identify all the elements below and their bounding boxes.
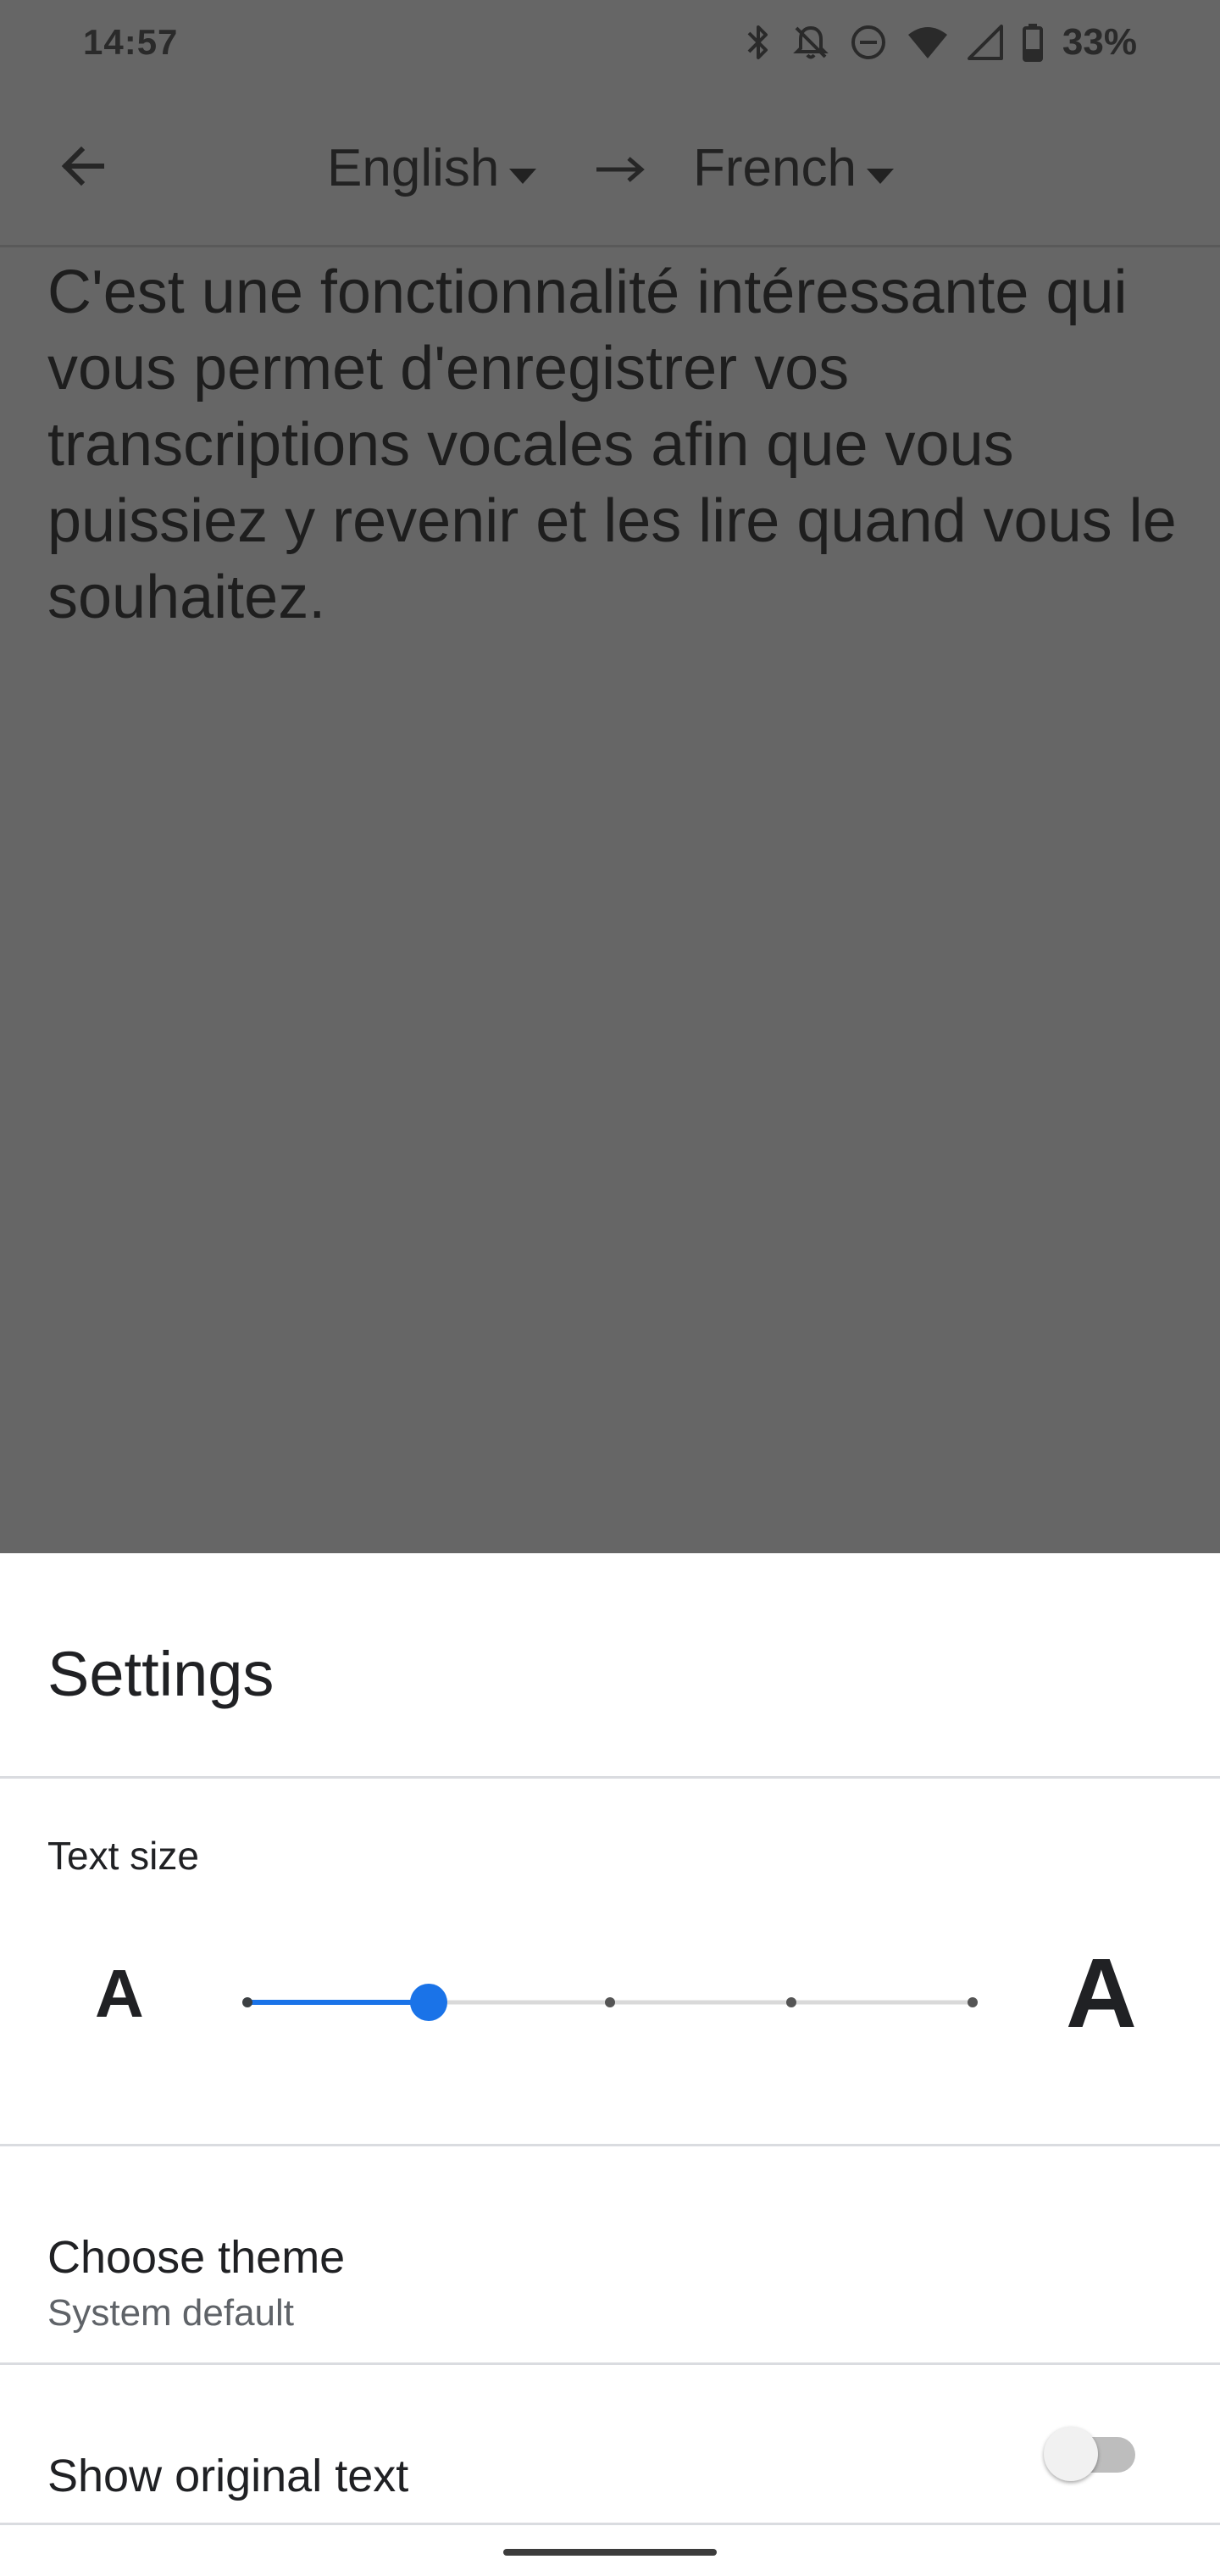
status-bar: 14:57 33% bbox=[0, 0, 1220, 85]
source-language-select[interactable]: English bbox=[327, 127, 538, 208]
translate-toolbar: English French bbox=[0, 85, 1220, 247]
sheet-title: Settings bbox=[47, 1639, 274, 1709]
divider bbox=[0, 1776, 1220, 1779]
notifications-off-icon bbox=[791, 23, 830, 62]
text-size-label: Text size bbox=[47, 1834, 199, 1878]
source-language-label: English bbox=[327, 138, 500, 197]
battery-percent: 33% bbox=[1062, 21, 1137, 63]
cellular-signal-icon bbox=[967, 25, 1003, 60]
caret-down-icon bbox=[865, 138, 896, 198]
slider-tick bbox=[242, 1997, 252, 2007]
slider-tick bbox=[605, 1997, 615, 2007]
choose-theme-value: System default bbox=[47, 2292, 295, 2334]
target-language-select[interactable]: French bbox=[693, 127, 896, 208]
text-size-slider[interactable] bbox=[237, 1977, 983, 2028]
slider-tick bbox=[786, 1997, 796, 2007]
arrow-back-icon bbox=[56, 139, 110, 197]
arrow-right-icon bbox=[593, 153, 647, 191]
bluetooth-icon bbox=[744, 23, 773, 62]
battery-icon bbox=[1022, 23, 1044, 62]
text-size-small-glyph: A bbox=[95, 1956, 144, 2031]
text-size-large-glyph: A bbox=[1066, 1938, 1137, 2048]
back-button[interactable] bbox=[47, 132, 119, 203]
slider-thumb[interactable] bbox=[410, 1984, 447, 2021]
target-language-label: French bbox=[693, 138, 857, 197]
show-original-text-title: Show original text bbox=[47, 2451, 409, 2501]
status-time: 14:57 bbox=[83, 22, 179, 62]
slider-tick bbox=[968, 1997, 978, 2007]
toggle-thumb bbox=[1044, 2427, 1098, 2481]
choose-theme-title: Choose theme bbox=[47, 2232, 346, 2283]
choose-theme-row[interactable]: Choose theme System default bbox=[0, 2146, 1220, 2362]
caret-down-icon bbox=[507, 138, 538, 198]
do-not-disturb-icon bbox=[849, 23, 888, 62]
translation-text: C'est une fonctionnalité intéressante qu… bbox=[47, 258, 1177, 631]
show-original-text-toggle[interactable] bbox=[1037, 2417, 1144, 2484]
divider bbox=[0, 2523, 1220, 2525]
status-icons: 33% bbox=[744, 21, 1137, 64]
wifi-icon bbox=[907, 25, 949, 60]
home-indicator[interactable] bbox=[503, 2549, 717, 2556]
